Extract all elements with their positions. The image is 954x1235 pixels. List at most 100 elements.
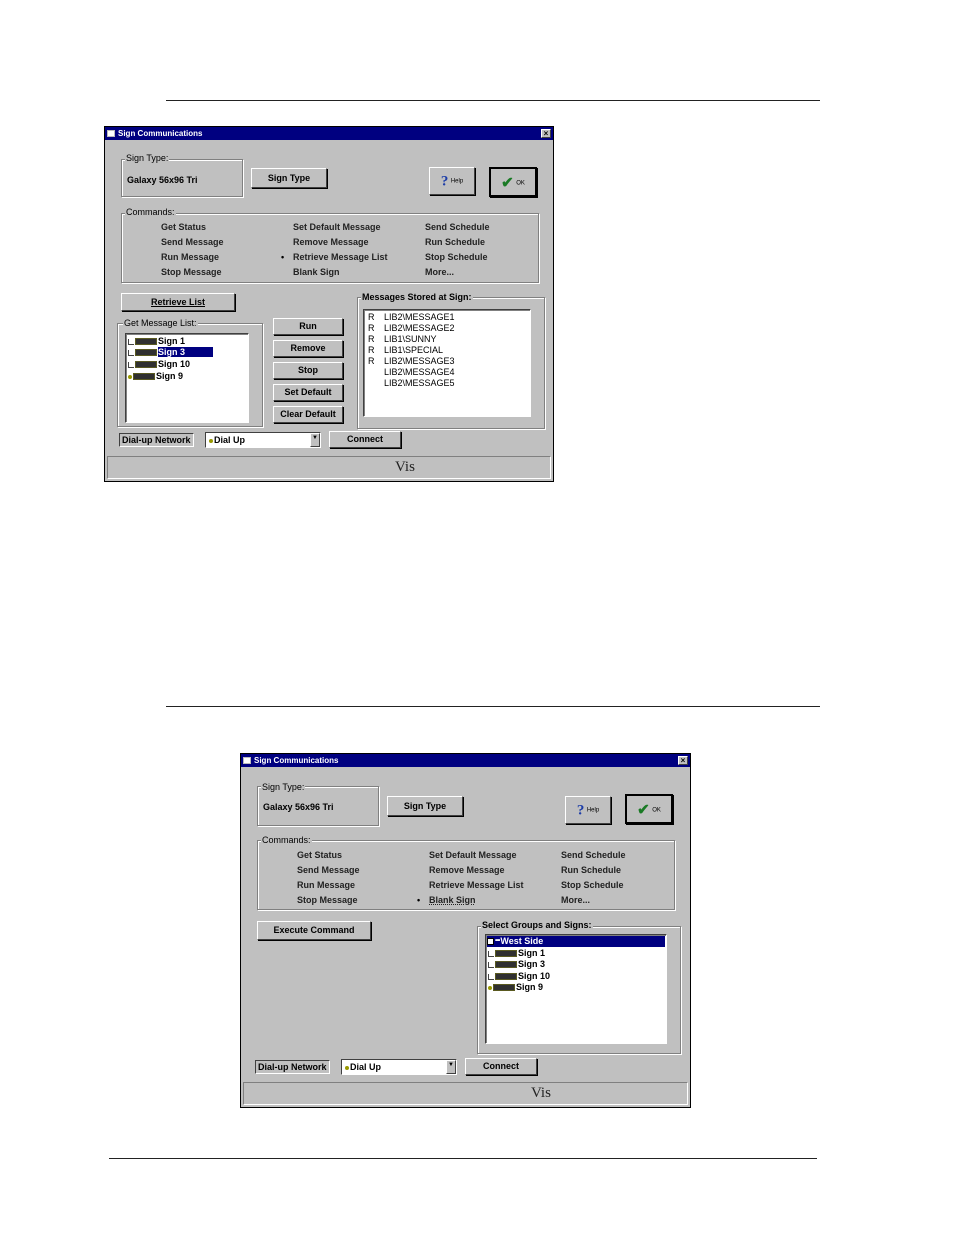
close-button[interactable]: × [541, 129, 551, 138]
command-get-status[interactable]: Get Status [161, 222, 206, 232]
stop-button[interactable]: Stop [273, 362, 343, 379]
ok-button[interactable]: ✔ OK [625, 794, 673, 824]
set-default-button[interactable]: Set Default [273, 384, 343, 401]
sign-icon [135, 338, 157, 346]
tree-item-sign-3[interactable]: Sign 3 [488, 959, 545, 970]
command-send-schedule[interactable]: Send Schedule [561, 850, 626, 860]
sign-communications-window-execute: Sign Communications × Sign Type: Galaxy … [240, 753, 691, 1108]
connection-dot-icon [488, 985, 492, 990]
sign-icon [133, 373, 155, 381]
message-row-5[interactable]: R LIB2\MESSAGE3 [368, 356, 455, 367]
message-row-7[interactable]: LIB2\MESSAGE5 [368, 378, 455, 389]
ok-button[interactable]: ✔ OK [489, 167, 537, 197]
run-button[interactable]: Run [273, 318, 343, 335]
stored-messages-list[interactable]: R LIB2\MESSAGE1 R LIB2\MESSAGE2 R LIB1\SUNN… [363, 309, 531, 417]
chevron-down-icon[interactable]: ▼ [310, 433, 320, 447]
remove-button[interactable]: Remove [273, 340, 343, 357]
connect-button[interactable]: Connect [329, 431, 401, 448]
title-bar: Sign Communications × [105, 127, 553, 140]
dialup-combo[interactable]: Dial Up ▼ [341, 1059, 457, 1075]
sign-type-button[interactable]: Sign Type [387, 796, 463, 816]
sign-tree-list[interactable]: Sign 1 Sign 3 Sign 10 Sign 9 [125, 333, 249, 423]
ok-label: OK [516, 180, 525, 187]
dialup-icon [209, 438, 213, 443]
tree-item-sign-10[interactable]: Sign 10 [488, 971, 550, 982]
chevron-down-icon[interactable]: ▼ [446, 1060, 456, 1074]
command-run-schedule[interactable]: Run Schedule [425, 237, 485, 247]
plug-icon [488, 973, 494, 980]
tree-item-sign-9[interactable]: Sign 9 [488, 982, 543, 993]
command-send-message[interactable]: Send Message [297, 865, 360, 875]
clear-default-button[interactable]: Clear Default [273, 406, 343, 423]
commands-group-label: Commands: [261, 835, 312, 845]
command-set-default-message[interactable]: Set Default Message [293, 222, 381, 232]
command-retrieve-message-list[interactable]: Retrieve Message List [429, 880, 524, 890]
command-run-message[interactable]: Run Message [297, 880, 355, 890]
command-blank-sign[interactable]: Blank Sign [429, 895, 476, 905]
dialup-network-label: Dial-up Network [119, 433, 194, 447]
sign-type-value: Galaxy 56x96 Tri [263, 802, 334, 812]
command-stop-message[interactable]: Stop Message [297, 895, 358, 905]
group-dots-icon: •••• [495, 938, 501, 945]
execute-command-button[interactable]: Execute Command [257, 921, 371, 940]
command-stop-schedule[interactable]: Stop Schedule [425, 252, 488, 262]
close-button[interactable]: × [678, 756, 688, 765]
help-label: Help [586, 807, 600, 814]
sign-type-button[interactable]: Sign Type [251, 168, 327, 188]
dialup-combo[interactable]: Dial Up ▼ [205, 432, 321, 448]
command-more[interactable]: More... [561, 895, 590, 905]
title-bar: Sign Communications × [241, 754, 690, 767]
dialup-icon [345, 1065, 349, 1070]
command-run-message[interactable]: Run Message [161, 252, 219, 262]
command-send-schedule[interactable]: Send Schedule [425, 222, 490, 232]
middle-rule [166, 706, 820, 707]
connect-button[interactable]: Connect [465, 1058, 537, 1075]
retrieve-list-button[interactable]: Retrieve List [121, 293, 235, 311]
plug-icon [488, 950, 494, 957]
command-remove-message[interactable]: Remove Message [293, 237, 369, 247]
command-retrieve-message-list[interactable]: Retrieve Message List [293, 252, 388, 262]
group-icon [487, 938, 494, 946]
command-run-schedule[interactable]: Run Schedule [561, 865, 621, 875]
message-row-6[interactable]: LIB2\MESSAGE4 [368, 367, 455, 378]
ok-label: OK [652, 807, 661, 814]
sign-icon [495, 961, 517, 969]
window-title: Sign Communications [118, 129, 203, 138]
sign-type-value: Galaxy 56x96 Tri [127, 175, 198, 185]
tree-item-sign-3[interactable]: Sign 3 [128, 347, 214, 358]
tree-item-sign-10[interactable]: Sign 10 [128, 359, 190, 370]
command-set-default-message[interactable]: Set Default Message [429, 850, 517, 860]
plug-icon [128, 338, 134, 345]
tree-item-west-side[interactable]: ••••West Side [487, 936, 665, 947]
plug-icon [488, 961, 494, 968]
command-stop-schedule[interactable]: Stop Schedule [561, 880, 624, 890]
message-row-2[interactable]: R LIB2\MESSAGE2 [368, 323, 455, 334]
status-bar [107, 456, 551, 479]
command-send-message[interactable]: Send Message [161, 237, 224, 247]
message-row-3[interactable]: R LIB1\SUNNY [368, 334, 437, 345]
connection-dot-icon [128, 374, 132, 379]
command-more[interactable]: More... [425, 267, 454, 277]
window-icon [107, 130, 115, 137]
groups-signs-tree[interactable]: ••••West Side Sign 1 Sign 3 Sign 10 Sign… [485, 934, 667, 1044]
ok-icon: ✔ [501, 174, 514, 192]
sign-icon [135, 349, 157, 357]
command-blank-sign[interactable]: Blank Sign [293, 267, 340, 277]
ok-icon: ✔ [637, 801, 650, 819]
help-button[interactable]: ? Help [429, 167, 475, 195]
tree-item-sign-1[interactable]: Sign 1 [488, 948, 545, 959]
messages-stored-label: Messages Stored at Sign: [361, 292, 473, 302]
command-remove-message[interactable]: Remove Message [429, 865, 505, 875]
window-title: Sign Communications [254, 756, 339, 765]
message-row-4[interactable]: R LIB1\SPECIAL [368, 345, 443, 356]
help-button[interactable]: ? Help [565, 796, 611, 824]
command-stop-message[interactable]: Stop Message [161, 267, 222, 277]
help-icon: ? [440, 173, 449, 190]
status-bar [243, 1082, 688, 1105]
command-get-status[interactable]: Get Status [297, 850, 342, 860]
sign-icon [135, 361, 157, 369]
plug-icon [128, 349, 134, 356]
tree-item-sign-9[interactable]: Sign 9 [128, 371, 183, 382]
message-row-1[interactable]: R LIB2\MESSAGE1 [368, 312, 455, 323]
tree-item-sign-1[interactable]: Sign 1 [128, 336, 185, 347]
